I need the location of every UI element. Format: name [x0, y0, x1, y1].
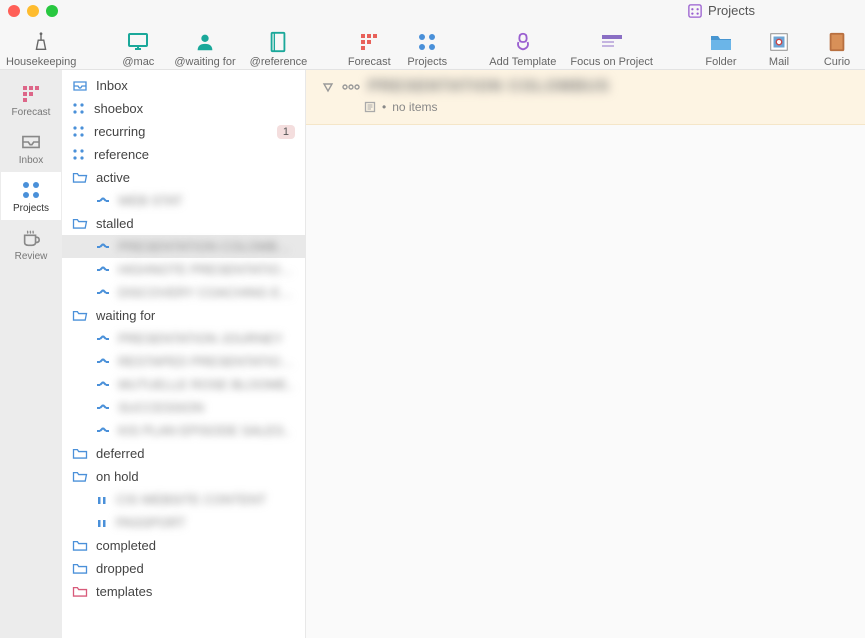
curio-button[interactable]: Curio [815, 24, 859, 68]
sequential-icon [96, 242, 110, 252]
person-icon [194, 31, 216, 53]
project-sidebar: Inbox shoebox recurring 1 reference acti… [62, 70, 306, 638]
sequential-icon [96, 265, 110, 275]
rail-forecast[interactable]: Forecast [1, 76, 61, 124]
projects-button[interactable]: Projects [405, 24, 449, 68]
sequential-project-icon [342, 81, 360, 93]
content-area: PRESENTATION COLOMBUS • no items [306, 70, 865, 638]
inbox-icon [72, 79, 88, 93]
rail-review[interactable]: Review [1, 220, 61, 268]
folder-open-icon [72, 171, 88, 184]
forecast-rail-icon [21, 84, 41, 104]
sequential-icon [96, 403, 110, 413]
forecast-icon [359, 32, 379, 52]
sidebar-folder-active[interactable]: active [62, 166, 305, 189]
single-action-icon [72, 102, 86, 116]
sidebar-folder-waiting[interactable]: waiting for [62, 304, 305, 327]
sequential-icon [96, 288, 110, 298]
count-badge: 1 [277, 125, 295, 139]
coffee-icon [20, 228, 42, 248]
folder-icon [72, 562, 88, 575]
disclosure-triangle-icon[interactable] [322, 81, 334, 93]
sidebar-recurring[interactable]: recurring 1 [62, 120, 305, 143]
projects-icon [417, 32, 437, 52]
sidebar-folder-stalled[interactable]: stalled [62, 212, 305, 235]
sequential-icon [96, 196, 110, 206]
sidebar-folder-deferred[interactable]: deferred [62, 442, 305, 465]
sidebar-project-item[interactable]: PASSPORT [62, 511, 305, 534]
book-icon [268, 31, 288, 53]
single-action-icon [72, 148, 86, 162]
broom-icon [30, 31, 52, 53]
folder-button[interactable]: Folder [699, 24, 743, 68]
folder-icon [709, 32, 733, 52]
sidebar-folder-onhold[interactable]: on hold [62, 465, 305, 488]
rail-inbox[interactable]: Inbox [1, 124, 61, 172]
context-mac-button[interactable]: @mac [116, 24, 160, 68]
sidebar-project-item[interactable]: DISCOVERY COACHING EXP L. [62, 281, 305, 304]
close-window-button[interactable] [8, 5, 20, 17]
sequential-icon [96, 357, 110, 367]
housekeeping-button[interactable]: Housekeeping [6, 24, 76, 68]
focus-icon [600, 33, 624, 51]
rail-projects[interactable]: Projects [1, 172, 61, 220]
perspective-rail: Forecast Inbox Projects Review [0, 70, 62, 638]
bullet-separator: • [382, 100, 386, 114]
sidebar-reference[interactable]: reference [62, 143, 305, 166]
minimize-window-button[interactable] [27, 5, 39, 17]
folder-open-icon [72, 217, 88, 230]
projects-title-icon [688, 4, 702, 18]
note-icon[interactable] [364, 101, 376, 113]
context-waiting-button[interactable]: @waiting for [174, 24, 235, 68]
sidebar-project-item[interactable]: RESTAPED PRESENTATION.. [62, 350, 305, 373]
sequential-icon [96, 334, 110, 344]
sidebar-folder-templates[interactable]: templates [62, 580, 305, 603]
inbox-rail-icon [20, 133, 42, 151]
sidebar-project-item[interactable]: WEB STAT [62, 189, 305, 212]
curio-icon [827, 31, 847, 53]
sidebar-project-item[interactable]: HIGHNOTE PRESENTATION.. [62, 258, 305, 281]
folder-icon [72, 585, 88, 598]
stamp-icon [768, 31, 790, 53]
sidebar-inbox[interactable]: Inbox [62, 74, 305, 97]
sidebar-shoebox[interactable]: shoebox [62, 97, 305, 120]
focus-on-project-button[interactable]: Focus on Project [570, 24, 653, 68]
forecast-button[interactable]: Forecast [347, 24, 391, 68]
sidebar-project-item[interactable]: PRESENTATION COLOMBUS [62, 235, 305, 258]
project-title: PRESENTATION COLOMBUS [368, 78, 610, 96]
single-action-icon [72, 125, 86, 139]
sidebar-project-item[interactable]: MUTUELLE ROSE BLOOME.. [62, 373, 305, 396]
sidebar-folder-completed[interactable]: completed [62, 534, 305, 557]
monitor-icon [126, 31, 150, 53]
projects-rail-icon [21, 180, 41, 200]
sequential-icon [96, 426, 110, 436]
onhold-icon [96, 495, 108, 505]
mail-button[interactable]: Mail [757, 24, 801, 68]
sidebar-project-item[interactable]: KIS PLAN EPISODE SALES.. [62, 419, 305, 442]
zoom-window-button[interactable] [46, 5, 58, 17]
window-title-perspective: Projects [688, 3, 755, 18]
project-header[interactable]: PRESENTATION COLOMBUS • no items [306, 70, 865, 125]
sidebar-project-item[interactable]: SUCCESSION [62, 396, 305, 419]
sidebar-project-item[interactable]: CIS WEBSITE CONTENT [62, 488, 305, 511]
context-reference-button[interactable]: @reference [250, 24, 308, 68]
sequential-icon [96, 380, 110, 390]
folder-icon [72, 539, 88, 552]
window-title-label: Projects [708, 3, 755, 18]
sidebar-project-item[interactable]: PRESENTATION JOURNEY [62, 327, 305, 350]
onhold-icon [96, 518, 108, 528]
add-template-button[interactable]: Add Template [489, 24, 556, 68]
sidebar-folder-dropped[interactable]: dropped [62, 557, 305, 580]
folder-icon [72, 447, 88, 460]
toolbar: Housekeeping @mac @waiting for @referenc… [0, 22, 865, 70]
template-icon [512, 31, 534, 53]
folder-open-icon [72, 470, 88, 483]
window-titlebar: Projects [0, 0, 865, 22]
no-items-label: no items [392, 100, 437, 114]
folder-open-icon [72, 309, 88, 322]
